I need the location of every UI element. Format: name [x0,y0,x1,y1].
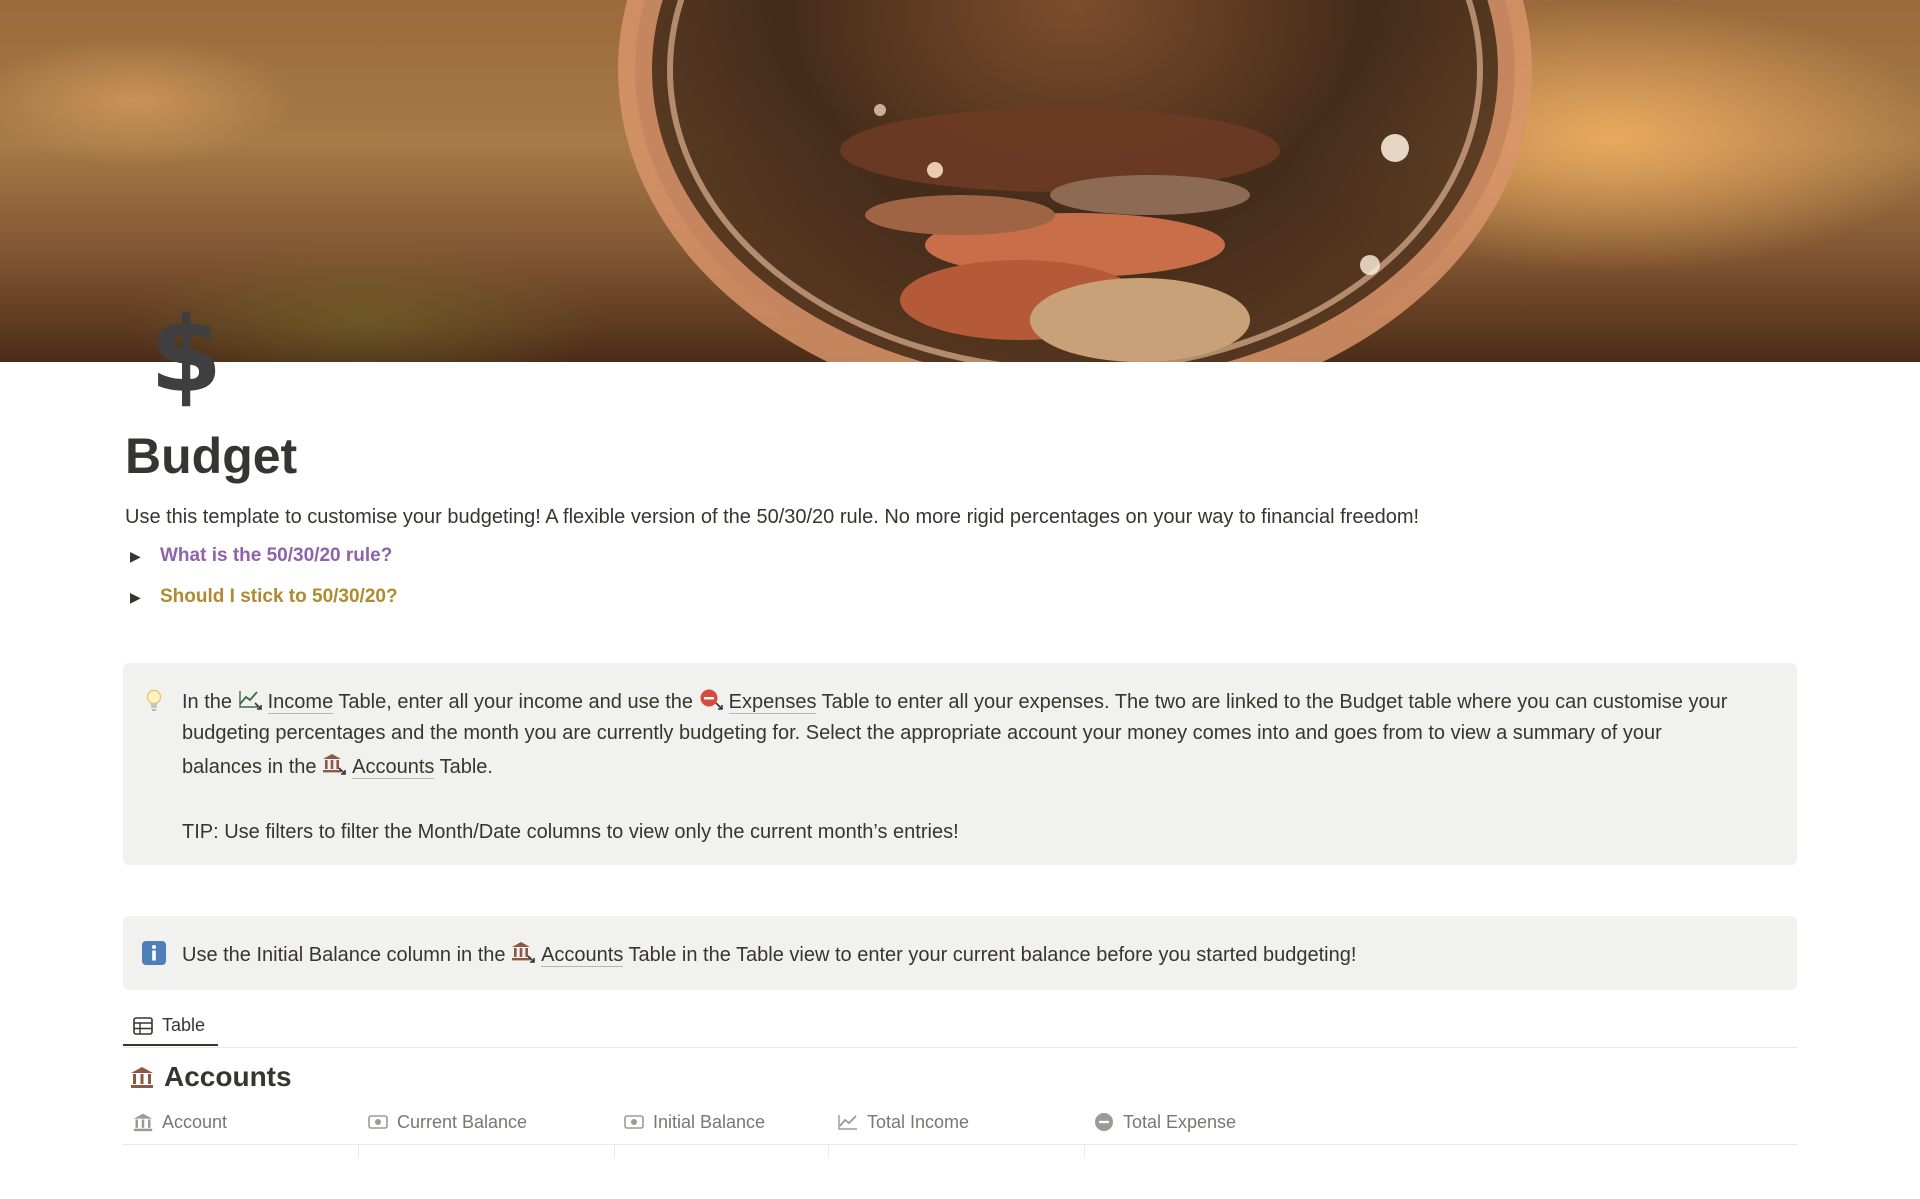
cash-icon [368,1115,388,1129]
coin-jar-photo [618,0,1532,362]
toggle-label: Should I stick to 50/30/20? [160,586,398,607]
view-tab-bar: Table [123,1007,1797,1048]
toggle-label: What is the 50/30/20 rule? [160,545,393,566]
bank-icon [133,1113,153,1132]
bank-icon [323,754,346,775]
page-title[interactable]: Budget [125,426,297,486]
minus-circle-icon [700,689,723,710]
column-header-current-balance[interactable]: Current Balance [358,1100,614,1144]
column-header-initial-balance[interactable]: Initial Balance [614,1100,828,1144]
intro-text: Use this template to customise your budg… [125,506,1420,528]
column-header-total-income[interactable]: Total Income [828,1100,1084,1144]
column-divider [358,1144,359,1158]
page-dollar-icon[interactable]: $ [146,292,226,418]
toggle-triangle-icon[interactable]: ▶ [130,548,160,565]
column-header-account[interactable]: Account [123,1100,358,1144]
column-header-total-expense[interactable]: Total Expense [1084,1100,1344,1144]
info-callout: Use the Initial Balance column in the Ac… [123,916,1797,990]
toggle-5030-rule[interactable]: ▶ What is the 50/30/20 rule? [130,541,392,571]
accounts-table-link[interactable]: Accounts [511,937,624,967]
cash-icon [624,1115,644,1129]
bank-icon [131,1067,153,1088]
table-header-row: Account Current Balance Initial Balance … [123,1100,1797,1145]
column-divider [828,1144,829,1158]
instructions-callout: In the Income Table, enter all your inco… [123,663,1797,865]
table-icon [133,1016,153,1035]
tab-label: Table [162,1015,206,1035]
toggle-triangle-icon[interactable]: ▶ [130,589,160,606]
income-table-link[interactable]: Income [238,684,334,714]
lightbulb-icon [146,689,162,711]
cover-image [0,0,1920,362]
database-title-label: Accounts [164,1061,292,1092]
tab-table-view[interactable]: Table [123,1007,218,1046]
info-text: Use the Initial Balance column in the Ac… [182,937,1737,971]
trend-up-icon [238,691,262,710]
trend-up-icon [838,1115,857,1130]
expenses-table-link[interactable]: Expenses [699,684,817,714]
database-title[interactable]: Accounts [130,1061,292,1093]
column-divider [1084,1144,1085,1158]
bank-icon [512,942,535,963]
column-divider [614,1144,615,1158]
tip-text: TIP: Use filters to filter the Month/Dat… [182,821,959,843]
minus-circle-icon [1095,1113,1113,1131]
info-icon [142,941,166,965]
accounts-table-link[interactable]: Accounts [322,749,435,779]
toggle-stick-to-rule[interactable]: ▶ Should I stick to 50/30/20? [130,582,398,612]
instructions-text: In the Income Table, enter all your inco… [182,684,1737,848]
